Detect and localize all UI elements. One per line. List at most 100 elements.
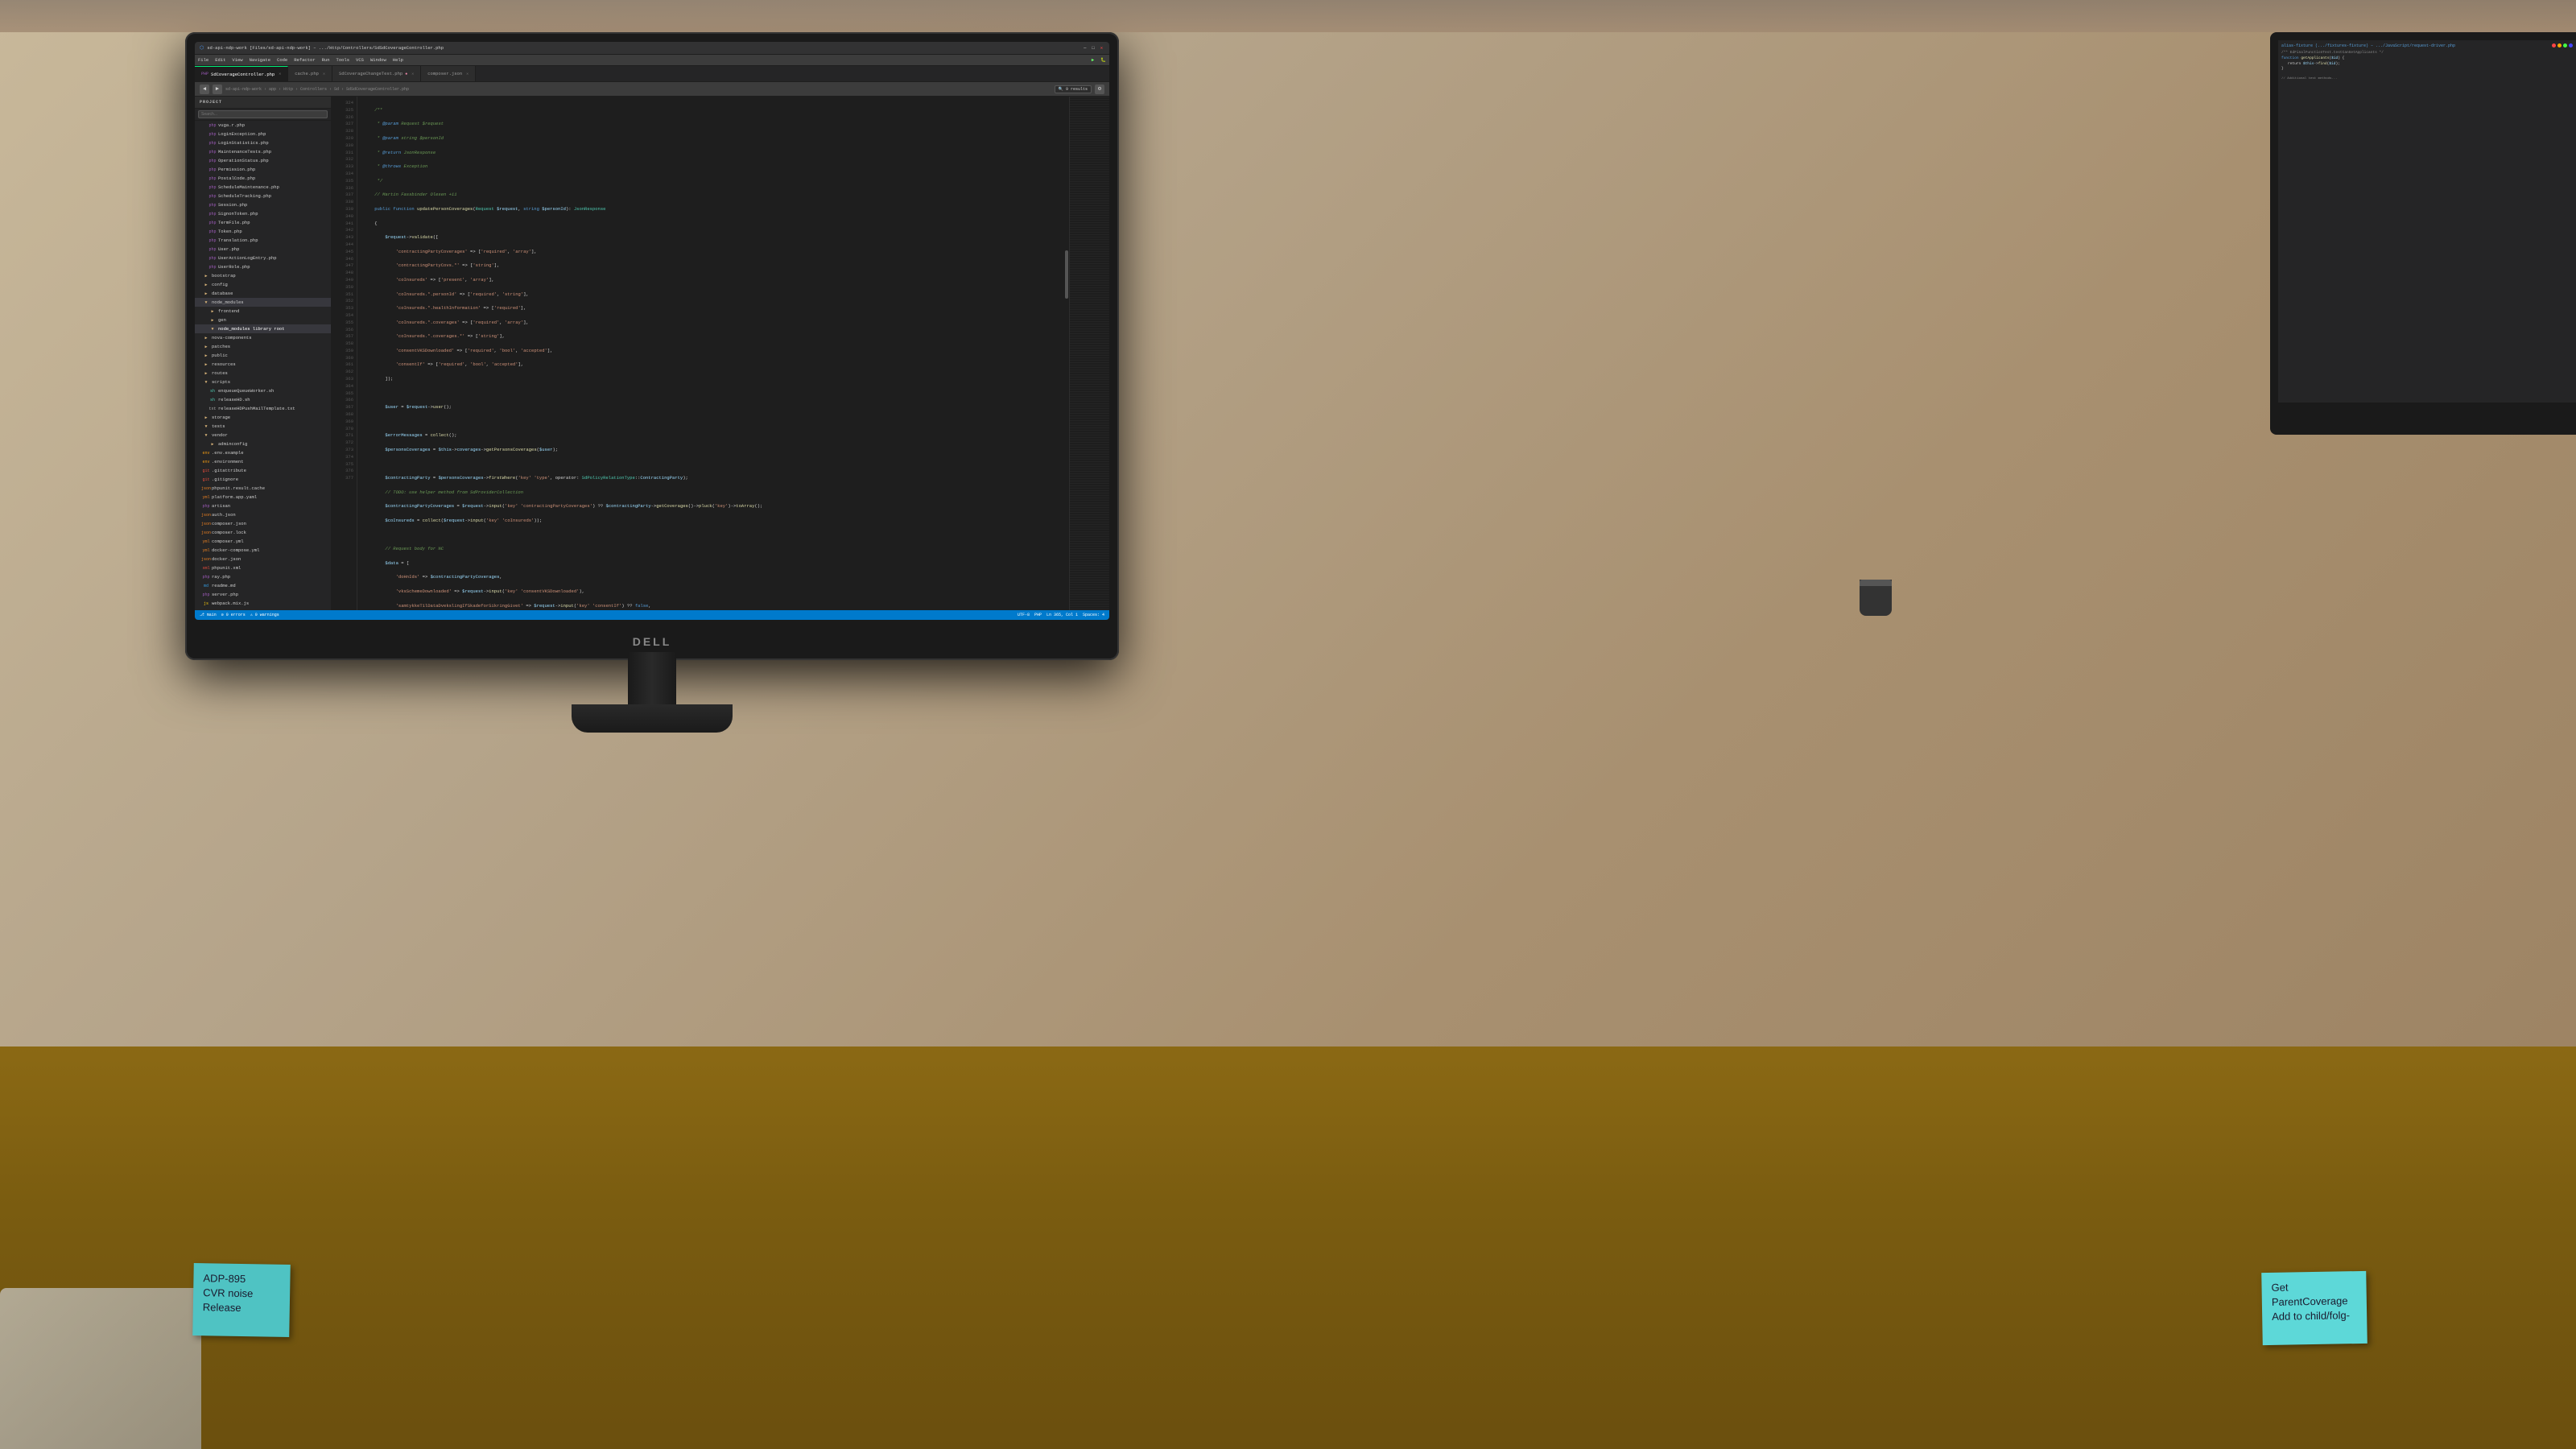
sidebar-item-sched-track[interactable]: php ScheduleTracking.php	[195, 192, 331, 200]
sidebar-folder-routes[interactable]: ▶ routes	[195, 369, 331, 378]
menu-refactor[interactable]: Refactor	[294, 57, 315, 63]
sidebar-folder-nodemodules[interactable]: ▼ node_modules	[195, 298, 331, 307]
sidebar-file-webpack[interactable]: js webpack.mix.js	[195, 599, 331, 608]
sidebar-folder-gen[interactable]: ▶ gen	[195, 316, 331, 324]
sidebar-item-signontoken[interactable]: php SignonToken.php	[195, 209, 331, 218]
sidebar-file-envexample[interactable]: env .env.example	[195, 448, 331, 457]
php-icon: php	[203, 574, 209, 580]
settings-btn[interactable]: ⚙	[1095, 85, 1104, 94]
sidebar-folder-storage[interactable]: ▶ storage	[195, 413, 331, 422]
sidebar-item-userrole[interactable]: php UserRole.php	[195, 262, 331, 271]
sidebar-folder-config[interactable]: ▶ config	[195, 280, 331, 289]
sidebar-item-vuga[interactable]: php vuga.r.php	[195, 121, 331, 130]
sidebar-file-readme[interactable]: md readme.md	[195, 581, 331, 590]
tab-coverage-controller[interactable]: PHP SdCoverageController.php ✕	[195, 66, 288, 81]
tab-close-1[interactable]: ✕	[279, 72, 281, 76]
sidebar-item-translation[interactable]: php Translation.php	[195, 236, 331, 245]
menu-navigate[interactable]: Navigate	[250, 57, 270, 63]
sidebar-file-schedmaint: ScheduleMaintenance.php	[218, 184, 279, 190]
vertical-scrollbar[interactable]	[1064, 97, 1069, 610]
sidebar-file-gitignore[interactable]: git .gitignore	[195, 475, 331, 484]
sidebar-folder-adminconfig[interactable]: ▶ adminconfig	[195, 440, 331, 448]
scrollbar-thumb[interactable]	[1065, 250, 1068, 299]
toolbar-debug-btn[interactable]: 🐛	[1100, 57, 1106, 63]
sidebar-file-composeryml[interactable]: yml composer.yml	[195, 537, 331, 546]
sidebar-file-dockercompose[interactable]: yml docker-compose.yml	[195, 546, 331, 555]
sidebar-item-userlog[interactable]: php UserActionLogEntry.php	[195, 254, 331, 262]
php-icon: php	[209, 237, 216, 244]
sidebar-file-gitattrib[interactable]: git .gitattribute	[195, 466, 331, 475]
monitor-stand-base	[572, 704, 733, 733]
sidebar-item-opstatus[interactable]: php OperationStatus.php	[195, 156, 331, 165]
sidebar-folder-public[interactable]: ▶ public	[195, 351, 331, 360]
sidebar-item-maintests[interactable]: php MaintenanceTests.php	[195, 147, 331, 156]
sidebar-search-input[interactable]	[198, 110, 328, 118]
sidebar-item-token[interactable]: php Token.php	[195, 227, 331, 236]
sidebar-file-composerjson[interactable]: json composer.json	[195, 519, 331, 528]
ln-331: 331	[332, 150, 353, 157]
search-bar[interactable]: 🔍 9 results	[1055, 85, 1092, 93]
menu-help[interactable]: Help	[393, 57, 403, 63]
folder-icon: ▶	[209, 308, 216, 315]
minimize-btn[interactable]: ─	[1082, 45, 1088, 51]
sidebar-folder-frontend[interactable]: ▶ frontend	[195, 307, 331, 316]
menu-run[interactable]: Run	[322, 57, 330, 63]
tab-close-4[interactable]: ✕	[466, 72, 469, 76]
sidebar-file-authjson[interactable]: json auth.json	[195, 510, 331, 519]
ln-339: 339	[332, 206, 353, 213]
sidebar-item-session[interactable]: php Session.php	[195, 200, 331, 209]
sidebar-folder-tests[interactable]: ▼ tests	[195, 422, 331, 431]
sidebar-folder-database[interactable]: ▶ database	[195, 289, 331, 298]
tab-close-2[interactable]: ✕	[323, 72, 325, 76]
sidebar-file-permission: Permission.php	[218, 167, 255, 172]
ln-340: 340	[332, 213, 353, 221]
sidebar-folder-vendor[interactable]: ▼ vendor	[195, 431, 331, 440]
sidebar-file-ray[interactable]: php ray.php	[195, 572, 331, 581]
sidebar-item-loginex[interactable]: php LoginException.php	[195, 130, 331, 138]
sidebar-file-environment[interactable]: env .environment	[195, 457, 331, 466]
sidebar-folder-resources[interactable]: ▶ resources	[195, 360, 331, 369]
menu-file[interactable]: File	[198, 57, 208, 63]
sidebar-folder-bootstrap[interactable]: ▶ bootstrap	[195, 271, 331, 280]
tab-close-3[interactable]: ✕	[411, 72, 414, 76]
sidebar-file-dockerjson[interactable]: json docker.json	[195, 555, 331, 564]
close-btn[interactable]: ✕	[1099, 45, 1104, 51]
ln-357: 357	[332, 333, 353, 341]
sidebar-folder-patches[interactable]: ▶ patches	[195, 342, 331, 351]
sidebar-file-composerlock[interactable]: json composer.lock	[195, 528, 331, 537]
sidebar-item-user[interactable]: php User.php	[195, 245, 331, 254]
menu-vcs[interactable]: VCS	[356, 57, 364, 63]
back-btn[interactable]: ◀	[200, 85, 209, 94]
sidebar-item-termfile[interactable]: php TermFile.php	[195, 218, 331, 227]
sidebar-file-server[interactable]: php server.php	[195, 590, 331, 599]
tab-composer[interactable]: composer.json ✕	[421, 66, 476, 81]
sidebar-file-enqueue[interactable]: sh enqueueQueueWorker.sh	[195, 386, 331, 395]
sidebar-file-releasehdmail[interactable]: txt releaseHDPushMailTemplate.txt	[195, 404, 331, 413]
code-content[interactable]: /** * @param Request $request * @param s…	[357, 97, 1064, 610]
sidebar-folder-nodemod-library[interactable]: ▼ node_modules library root	[195, 324, 331, 333]
tab-coverage-test[interactable]: SdCoverageChangeTest.php ● ✕	[332, 66, 421, 81]
tab-cache[interactable]: cache.php ✕	[288, 66, 332, 81]
menu-code[interactable]: Code	[277, 57, 287, 63]
sidebar-file-phpunit-cache[interactable]: json phpunit.result.cache	[195, 484, 331, 493]
php-icon: php	[209, 158, 216, 164]
sidebar-file-phpunitxml[interactable]: xml phpunit.xml	[195, 564, 331, 572]
menu-view[interactable]: View	[232, 57, 242, 63]
toolbar-run-btn[interactable]: ▶	[1092, 57, 1094, 63]
sidebar-file-platform[interactable]: yml platform.app.yaml	[195, 493, 331, 502]
sidebar-file-artisan[interactable]: php artisan	[195, 502, 331, 510]
menu-tools[interactable]: Tools	[336, 57, 350, 63]
sidebar-file-releasehd[interactable]: sh releaseHD.sh	[195, 395, 331, 404]
sidebar-folder-scripts[interactable]: ▼ scripts	[195, 378, 331, 386]
sidebar-folder-nova[interactable]: ▶ nova-components	[195, 333, 331, 342]
maximize-btn[interactable]: □	[1090, 45, 1096, 51]
menu-edit[interactable]: Edit	[215, 57, 225, 63]
forward-btn[interactable]: ▶	[213, 85, 222, 94]
menu-window[interactable]: Window	[370, 57, 386, 63]
sidebar-item-sched-maint[interactable]: php ScheduleMaintenance.php	[195, 183, 331, 192]
sidebar-item-postalcode[interactable]: php PostalCode.php	[195, 174, 331, 183]
sidebar-item-loginstats[interactable]: php LoginStatistics.php	[195, 138, 331, 147]
code-line-352: $contractingPartyCoverages = $request->i…	[364, 503, 1058, 510]
sidebar-title: Project	[200, 100, 222, 105]
sidebar-item-permission[interactable]: php Permission.php	[195, 165, 331, 174]
